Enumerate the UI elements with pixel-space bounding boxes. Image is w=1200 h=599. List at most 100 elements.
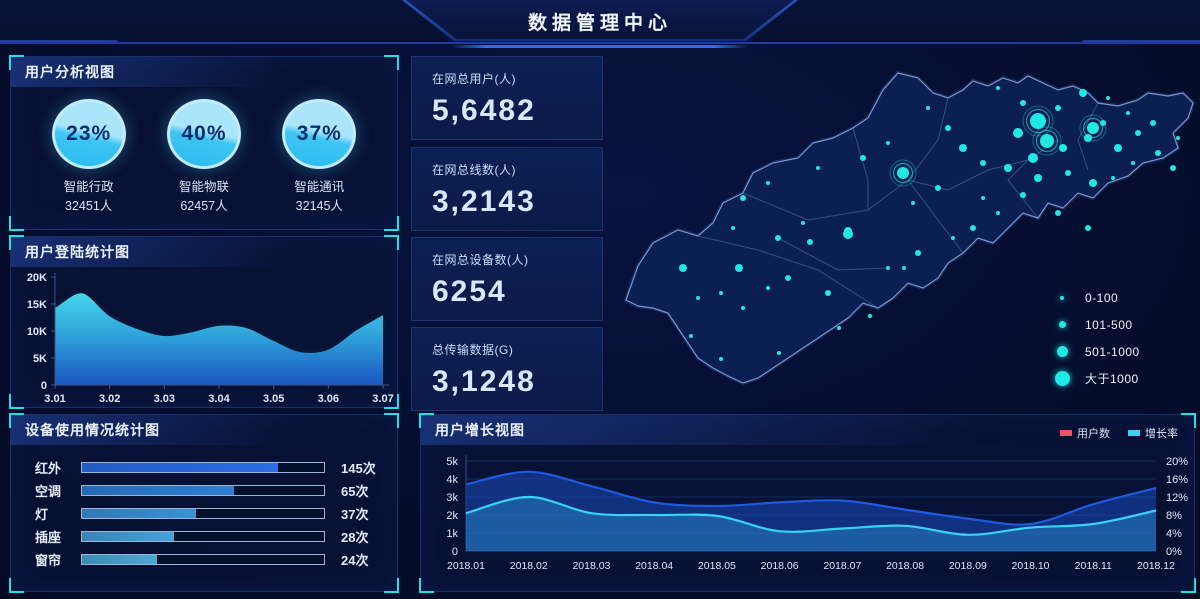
bar-fill [82,555,157,564]
gauge-circle: 23% [52,99,126,169]
scatter-point [766,181,770,185]
scatter-point [1087,122,1099,134]
bar-value-label: 37次 [341,504,368,523]
bar-value-label: 65次 [341,481,368,500]
svg-text:2018.09: 2018.09 [949,560,987,572]
corner-bracket [9,235,24,250]
gauge-label: 智能通讯32145人 [266,178,372,216]
map-legend: 0-100101-500501-1000大于1000 [1053,284,1140,392]
scatter-point [1114,144,1122,152]
map-legend-row: 0-100 [1053,284,1140,311]
stat-card: 在网总设备数(人)6254 [411,237,603,321]
map-legend-row: 101-500 [1053,311,1140,338]
liquid-gauge: 23%智能行政32451人 [36,99,142,216]
stat-card-label: 在网总设备数(人) [432,251,602,268]
device-usage-row: 红外145次 [35,462,385,473]
stat-card-label: 在网总线数(人) [432,161,602,178]
scatter-point [719,291,723,295]
bar-track [81,554,325,565]
bar-track [81,531,325,542]
svg-text:12%: 12% [1166,492,1188,504]
svg-text:2018.01: 2018.01 [447,560,485,572]
svg-text:2018.12: 2018.12 [1137,560,1175,572]
login-area-fill [55,292,383,385]
scatter-point [1065,170,1071,176]
stat-card: 在网总用户(人)5,6482 [411,56,603,140]
device-usage-row: 灯37次 [35,508,385,519]
gauge-circle: 37% [282,99,356,169]
svg-text:4%: 4% [1166,528,1182,540]
scatter-point [935,185,941,191]
scatter-point [689,334,693,338]
bar-track [81,462,325,473]
growth-left-axis-labels: 5k4k3k2k1k0 [446,456,458,558]
scatter-point [1170,165,1176,171]
svg-text:1k: 1k [446,528,458,540]
svg-text:4k: 4k [446,474,458,486]
scatter-point [980,160,986,166]
scatter-point [816,166,820,170]
gauge-category: 智能通讯 [266,178,372,197]
bar-value-label: 145次 [341,458,376,477]
scatter-point [886,266,890,270]
scatter-point [945,125,951,131]
scatter-point [1111,176,1115,180]
map-legend-dot-cell [1053,321,1071,328]
scatter-point [1079,89,1087,97]
corner-bracket [384,578,399,593]
legend-item-增长率[interactable]: 增长率 [1128,425,1178,441]
growth-right-axis-labels: 20%16%12%8%4%0% [1166,456,1188,558]
svg-text:2018.08: 2018.08 [886,560,924,572]
map-legend-dot [1059,321,1066,328]
stat-card-label: 在网总用户(人) [432,70,602,87]
svg-text:2018.07: 2018.07 [823,560,861,572]
map-legend-label: 101-500 [1085,318,1133,332]
legend-item-用户数[interactable]: 用户数 [1060,425,1110,441]
svg-text:0: 0 [41,380,47,392]
panel-title-login: 用户登陆统计图 [11,237,397,267]
device-usage-row: 插座28次 [35,531,385,542]
growth-x-axis-labels: 2018.012018.022018.032018.042018.052018.… [447,560,1175,572]
scatter-point [719,357,723,361]
scatter-point [1040,134,1054,148]
scatter-point [1020,100,1026,106]
bar-fill [82,486,234,495]
scatter-point [679,264,687,272]
scatter-point [1004,164,1012,172]
corner-bracket [384,413,399,428]
scatter-point [1135,130,1141,136]
panel-title-device: 设备使用情况统计图 [11,415,397,445]
liquid-gauge: 37% 智能通讯32145人 [266,99,372,216]
scatter-point [1100,120,1106,126]
scatter-point [837,326,841,330]
panel-login-chart: 用户登陆统计图 20K15K10K5K03.013.023.033.043.05… [10,236,398,408]
scatter-point [911,201,915,205]
device-name-label: 空调 [35,481,81,500]
scatter-point [959,144,967,152]
scatter-point [1150,120,1156,126]
gauge-percent-value: 23% [66,122,111,146]
scatter-point [1155,150,1161,156]
stat-card-label: 总传输数据(G) [432,341,602,358]
scatter-point [843,229,853,239]
scatter-point [915,250,921,256]
svg-text:3.06: 3.06 [318,393,339,405]
scatter-point [825,290,831,296]
svg-text:3.03: 3.03 [154,393,175,405]
map-legend-dot-cell [1053,371,1071,386]
svg-text:0: 0 [452,546,458,558]
device-bars-list: 红外145次空调65次灯37次插座28次窗帘24次 [11,445,397,565]
svg-text:10K: 10K [27,326,47,338]
scatter-point [696,296,700,300]
scatter-point [951,236,955,240]
scatter-point [740,195,746,201]
scatter-point [926,106,930,110]
legend-label: 用户数 [1077,425,1110,441]
scatter-point [996,86,1000,90]
scatter-point [807,239,813,245]
corner-bracket [9,55,24,70]
gauge-count: 32451人 [36,197,142,216]
corner-bracket [9,216,24,231]
map-legend-dot [1057,346,1068,357]
gauge-circle: 40% [167,99,241,169]
